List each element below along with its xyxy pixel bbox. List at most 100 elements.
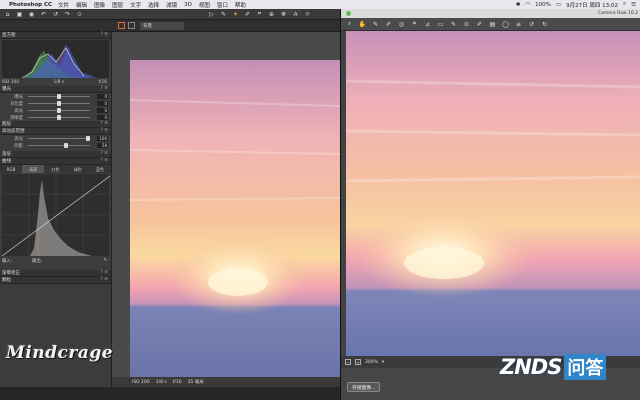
dropper-icon[interactable]: ✎	[220, 11, 227, 18]
slider-knob[interactable]	[86, 136, 90, 141]
exposure-header[interactable]: 曝光 ? ≡	[0, 86, 111, 93]
zoom-level[interactable]: 300%	[365, 360, 378, 365]
target-adjust-icon[interactable]: ◎	[398, 21, 405, 28]
panel-options-icon[interactable]: ? ≡	[100, 151, 108, 156]
hdr-header[interactable]: 高动态范围 ? ≡	[0, 128, 111, 135]
slider-value[interactable]: 100	[97, 136, 108, 141]
curve-graph[interactable]	[1, 174, 111, 257]
battery-icon[interactable]: ▭	[556, 2, 561, 8]
red-eye-icon[interactable]: ⊙	[463, 21, 470, 28]
preferences-icon[interactable]: ≡	[515, 21, 522, 28]
layer-icon[interactable]: ▣	[16, 11, 23, 18]
window-zoom-button[interactable]	[346, 11, 351, 16]
brush-icon[interactable]: ✐	[244, 11, 251, 18]
color-sampler-icon[interactable]: ✐	[385, 21, 392, 28]
wifi-icon[interactable]: ◠	[525, 2, 530, 8]
white-balance-icon[interactable]: ✎	[372, 21, 379, 28]
histogram-info: ISO 100 1/8 s f/16	[0, 79, 111, 86]
slider-value[interactable]: 0	[97, 101, 108, 106]
color-icon[interactable]: ✦	[232, 11, 239, 18]
hand-icon[interactable]: ✋	[359, 21, 366, 28]
histogram-title: 直方图	[2, 33, 16, 38]
zoom-in-button[interactable]: +	[355, 359, 361, 365]
slider-knob[interactable]	[57, 94, 61, 99]
curve-tab[interactable]: 高亮	[22, 165, 45, 173]
vignette-header[interactable]: 渐晕修正 ? ≡	[0, 270, 111, 277]
transform-icon[interactable]: ▭	[437, 21, 444, 28]
grain-header[interactable]: 颗粒 ? ≡	[0, 277, 111, 284]
panel-options-icon[interactable]: ? ≡	[100, 128, 108, 133]
graduated-filter-icon[interactable]: ▤	[489, 21, 496, 28]
panel-options-icon[interactable]: ? ≡	[100, 121, 108, 126]
bluetooth-icon[interactable]: ✱	[516, 2, 521, 8]
slider-knob[interactable]	[57, 101, 61, 106]
rotate-right-icon[interactable]: ↻	[541, 21, 548, 28]
spot-removal-icon[interactable]: ✎	[450, 21, 457, 28]
slider-value[interactable]: 0	[97, 115, 108, 120]
slider-knob[interactable]	[64, 143, 68, 148]
levels-header[interactable]: 渐层 ? ≡	[0, 151, 111, 158]
straighten-icon[interactable]: ⊿	[424, 21, 431, 28]
slider-knob[interactable]	[57, 115, 61, 120]
crop-icon[interactable]: ⌗	[411, 20, 418, 28]
undo-icon[interactable]: ↶	[40, 11, 47, 18]
crop-icon[interactable]: ⌗	[256, 10, 263, 18]
camera-icon[interactable]: ◉	[28, 11, 35, 18]
camera-raw-preview[interactable]	[346, 31, 640, 356]
menu-select[interactable]: 选择	[148, 1, 159, 9]
star-icon[interactable]: ✩	[76, 11, 83, 18]
chevron-down-icon[interactable]: ▾	[382, 360, 384, 365]
menu-layer[interactable]: 图层	[112, 1, 123, 9]
stamp-icon[interactable]: ⊕	[268, 11, 275, 18]
slider-value[interactable]: 0	[97, 94, 108, 99]
sunset-photo[interactable]	[130, 60, 340, 377]
histogram-header[interactable]: 直方图 ? ≡	[0, 32, 111, 39]
status-area: ✱ ◠ 100% ▭ 9月27日 周四 13:02 ⌕ ☰	[516, 1, 640, 9]
panel-options-icon[interactable]: ? ≡	[100, 158, 108, 163]
home-icon[interactable]: ⌂	[4, 11, 11, 18]
select-icon[interactable]: ▷	[208, 11, 215, 18]
app-menu[interactable]: Photoshop CC	[9, 2, 52, 8]
curve-header[interactable]: 曲线 ? ≡	[0, 158, 111, 165]
slider-value[interactable]: 58	[97, 143, 108, 148]
panel-options-icon[interactable]: ? ≡	[100, 86, 108, 91]
clock[interactable]: 9月27日 周四 13:02	[566, 1, 618, 9]
eyedropper-icon[interactable]: ✎	[103, 258, 107, 263]
curve-tab[interactable]: 红色	[44, 165, 66, 173]
menu-edit[interactable]: 编辑	[76, 1, 87, 9]
search-icon[interactable]: ⌕	[623, 1, 626, 8]
menu-3d[interactable]: 3D	[184, 2, 192, 8]
panel-options-icon[interactable]: ? ≡	[100, 32, 108, 37]
aperture-value: f/16	[98, 80, 107, 85]
panel-options-icon[interactable]: ? ≡	[100, 270, 108, 275]
menu-type[interactable]: 文字	[130, 1, 141, 9]
zoom-out-button[interactable]: −	[345, 359, 351, 365]
menu-view[interactable]: 视图	[199, 1, 210, 9]
rotate-left-icon[interactable]: ↺	[528, 21, 535, 28]
menu-image[interactable]: 图像	[94, 1, 105, 9]
zoom-icon[interactable]: ⌕	[346, 20, 353, 28]
slider-value[interactable]: 0	[97, 108, 108, 113]
tab-grid-icon[interactable]	[118, 22, 125, 29]
menu-list-icon[interactable]: ☰	[631, 2, 636, 8]
brightness-icon[interactable]: ☼	[304, 11, 311, 18]
curve-tab[interactable]: 绿色	[67, 165, 89, 173]
undo2-icon[interactable]: ↺	[52, 11, 59, 18]
tab-grid2-icon[interactable]	[128, 22, 135, 29]
radial-filter-icon[interactable]: ◯	[502, 21, 509, 28]
menu-filter[interactable]: 滤镜	[166, 1, 177, 9]
menu-window[interactable]: 窗口	[217, 1, 228, 9]
panel-options-icon[interactable]: ? ≡	[100, 277, 108, 282]
menu-help[interactable]: 帮助	[235, 1, 246, 9]
curve-svg	[1, 174, 111, 257]
slider-knob[interactable]	[57, 108, 61, 113]
curve-tab[interactable]: RGB	[0, 165, 22, 173]
redo-icon[interactable]: ↷	[64, 11, 71, 18]
layer-header[interactable]: 图层 ? ≡	[0, 121, 111, 128]
brush-icon[interactable]: ✐	[476, 21, 483, 28]
save-image-button[interactable]: 存储图像...	[347, 382, 381, 392]
layer-tab[interactable]: 背景	[140, 22, 184, 30]
curve-tab[interactable]: 蓝色	[89, 165, 111, 173]
menu-file[interactable]: 文件	[58, 1, 69, 9]
camera-raw-window: Camera Raw 10.2 ⌕ ✋ ✎ ✐ ◎ ⌗ ⊿ ▭ ✎ ⊙ ✐ ▤ …	[340, 9, 640, 400]
